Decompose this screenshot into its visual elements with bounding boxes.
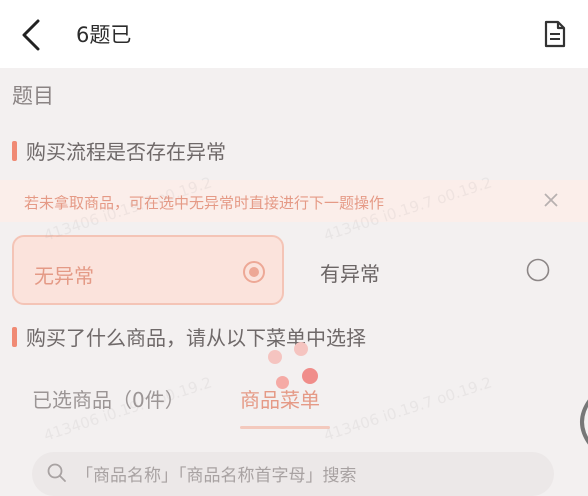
question-marker [12,140,17,161]
active-tab-indicator [240,426,330,429]
option-label: 有异常 [320,262,380,286]
option-no-anomaly[interactable]: 无异常 [12,235,284,305]
search-icon [47,463,66,482]
tab-goods-menu[interactable]: 商品菜单 [240,384,320,413]
option-label: 无异常 [34,264,94,288]
search-input[interactable]: 「商品名称」「商品名称首字母」搜索 [32,452,554,496]
document-icon [544,20,566,48]
document-button[interactable] [540,16,570,52]
section-heading: 题目 [12,84,54,108]
chevron-left-icon [22,19,40,51]
question-marker [12,326,17,347]
tip-text: 若未拿取商品，可在选中无异常时直接进行下一题操作 [24,194,385,212]
loading-dot [268,350,282,364]
loading-dot [294,342,308,356]
question-title: 购买流程是否存在异常 [12,136,226,165]
close-icon [544,193,558,207]
radio-checked-icon [243,261,265,283]
search-placeholder: 「商品名称」「商品名称首字母」搜索 [76,466,357,486]
back-button[interactable] [14,16,48,54]
scroll-handle[interactable] [568,398,588,446]
page-title: 6题已 [76,23,132,47]
option-has-anomaly[interactable]: 有异常 [300,235,576,305]
question-text: 购买流程是否存在异常 [26,140,226,164]
radio-unchecked-icon [526,258,550,282]
tip-close-button[interactable] [539,188,563,212]
app-header: 6题已 [0,0,588,68]
